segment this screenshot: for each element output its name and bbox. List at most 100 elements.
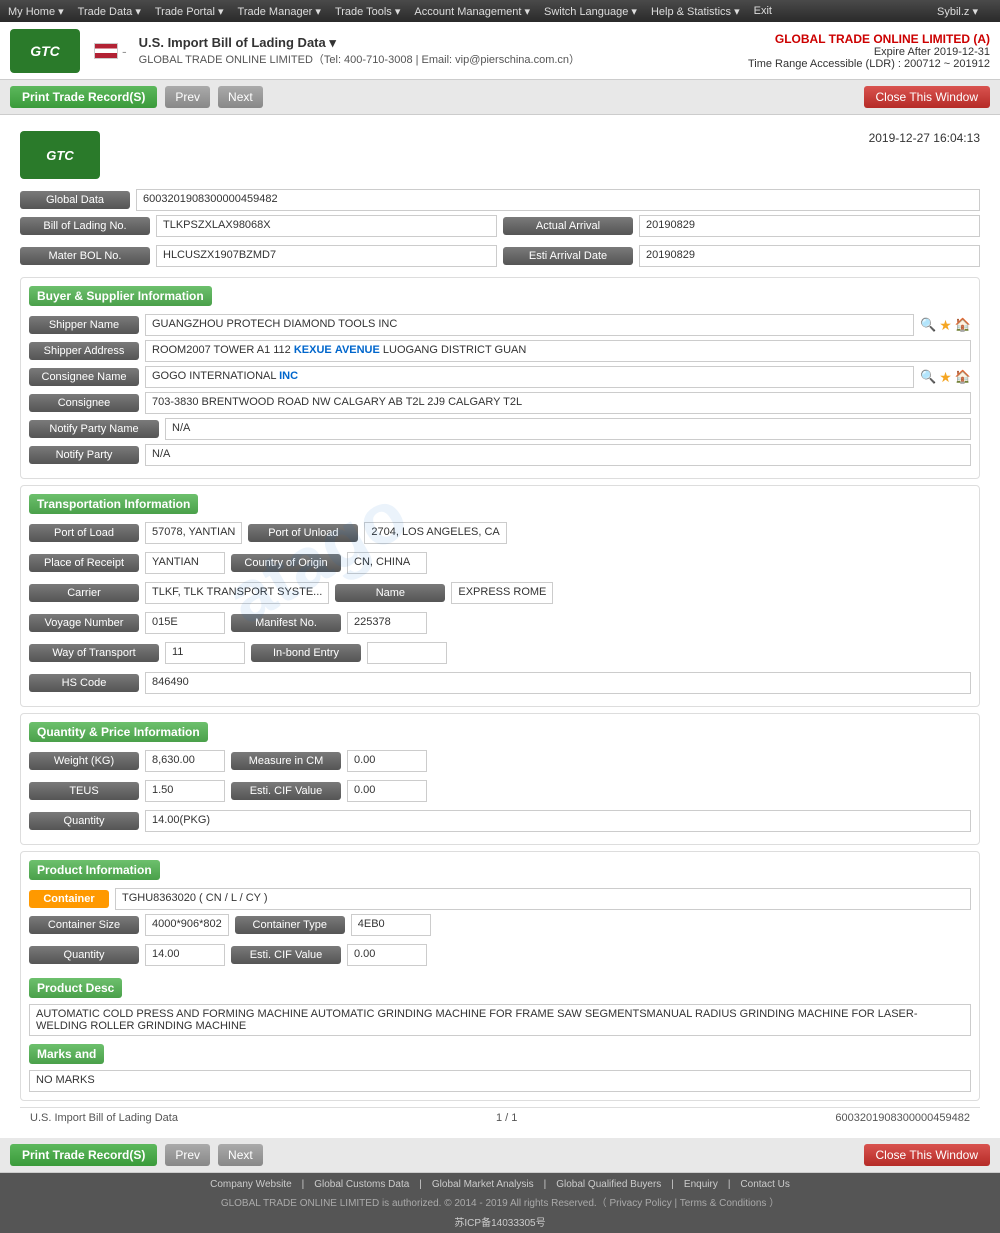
mater-bol-value: HLCUSZX1907BZMD7	[156, 245, 497, 267]
voyage-number-label: Voyage Number	[29, 614, 139, 632]
menu-trade-manager[interactable]: Trade Manager ▾	[238, 5, 321, 18]
header-right: GLOBAL TRADE ONLINE LIMITED (A) Expire A…	[748, 32, 990, 70]
prod-esti-cif-label: Esti. CIF Value	[231, 946, 341, 964]
voyage-number-value: 015E	[145, 612, 225, 634]
footer-separator-6: |	[674, 1198, 677, 1209]
footer-link-company[interactable]: Company Website	[210, 1179, 292, 1190]
footer-separator-1: |	[302, 1179, 305, 1190]
footer-link-customs[interactable]: Global Customs Data	[314, 1179, 409, 1190]
product-desc-section: Product Desc AUTOMATIC COLD PRESS AND FO…	[29, 974, 971, 1036]
container-type-field: Container Type 4EB0	[235, 914, 431, 936]
way-of-transport-field: Way of Transport 11	[29, 642, 245, 664]
measure-cm-value: 0.00	[347, 750, 427, 772]
menu-trade-data[interactable]: Trade Data ▾	[78, 5, 141, 18]
menu-trade-portal[interactable]: Trade Portal ▾	[155, 5, 224, 18]
shipper-home-icon[interactable]: 🏠	[955, 317, 971, 333]
consignee-name-label: Consignee Name	[29, 368, 139, 386]
footer-link-contact[interactable]: Contact Us	[740, 1179, 789, 1190]
global-data-value: 6003201908300000459482	[136, 189, 980, 211]
esti-cif-field: Esti. CIF Value 0.00	[231, 780, 427, 802]
menu-language[interactable]: Switch Language ▾	[544, 5, 637, 18]
esti-arrival-value: 20190829	[639, 245, 980, 267]
name-field: Name EXPRESS ROME	[335, 582, 553, 604]
menu-bar: My Home ▾ Trade Data ▾ Trade Portal ▾ Tr…	[0, 0, 1000, 22]
place-of-receipt-label: Place of Receipt	[29, 554, 139, 572]
next-bottom-button[interactable]: Next	[218, 1144, 263, 1166]
qp-quantity-field: Quantity 14.00(PKG)	[29, 810, 971, 832]
actual-arrival-label: Actual Arrival	[503, 217, 633, 235]
transport-row3: Carrier TLKF, TLK TRANSPORT SYSTE... Nam…	[29, 582, 971, 608]
global-data-field: Global Data 6003201908300000459482	[20, 189, 980, 211]
prod-esti-cif-field: Esti. CIF Value 0.00	[231, 944, 427, 966]
logo-area: GTC	[10, 29, 80, 73]
transport-row2: Place of Receipt YANTIAN Country of Orig…	[29, 552, 971, 578]
print-top-button[interactable]: Print Trade Record(S)	[10, 86, 157, 108]
footer-link-market[interactable]: Global Market Analysis	[432, 1179, 534, 1190]
consignee-search-icon[interactable]: 🔍	[920, 369, 936, 385]
notify-party-field: Notify Party N/A	[29, 444, 971, 466]
menu-help[interactable]: Help & Statistics ▾	[651, 5, 740, 18]
mater-bol-field: Mater BOL No. HLCUSZX1907BZMD7	[20, 245, 497, 267]
shipper-address-value: ROOM2007 TOWER A1 112 KEXUE AVENUE LUOGA…	[145, 340, 971, 362]
main-content: GTC 2019-12-27 16:04:13 Global Data 6003…	[0, 115, 1000, 1138]
port-of-load-field: Port of Load 57078, YANTIAN	[29, 522, 242, 544]
footer-links: Company Website | Global Customs Data | …	[0, 1177, 1000, 1192]
next-top-button[interactable]: Next	[218, 86, 263, 108]
footer-link-suppliers[interactable]: Global Qualified Buyers	[556, 1179, 661, 1190]
page-title: U.S. Import Bill of Lading Data ▾	[139, 35, 580, 51]
manifest-no-label: Manifest No.	[231, 614, 341, 632]
consignee-name-field: Consignee Name GOGO INTERNATIONAL INC 🔍 …	[29, 366, 971, 388]
actual-arrival-field: Actual Arrival 20190829	[503, 215, 980, 237]
product-info-section: Product Information Container TGHU836302…	[20, 851, 980, 1101]
marks-section: Marks and NO MARKS	[29, 1040, 971, 1092]
close-top-button[interactable]: Close This Window	[864, 86, 990, 108]
container-label: Container	[29, 890, 109, 908]
menu-account[interactable]: Account Management ▾	[414, 5, 530, 18]
shipper-name-icons: 🔍 ★ 🏠	[920, 317, 971, 334]
consignee-star-icon[interactable]: ★	[939, 369, 952, 386]
hs-code-label: HS Code	[29, 674, 139, 692]
notify-party-value: N/A	[145, 444, 971, 466]
mater-bol-label: Mater BOL No.	[20, 247, 150, 265]
menu-home[interactable]: My Home ▾	[8, 5, 64, 18]
doc-footer: U.S. Import Bill of Lading Data 1 / 1 60…	[20, 1107, 980, 1128]
shipper-name-label: Shipper Name	[29, 316, 139, 334]
flag-separator: -	[122, 43, 127, 59]
consignee-value: 703-3830 BRENTWOOD ROAD NW CALGARY AB T2…	[145, 392, 971, 414]
menu-trade-tools[interactable]: Trade Tools ▾	[335, 5, 400, 18]
place-of-receipt-value: YANTIAN	[145, 552, 225, 574]
place-of-receipt-field: Place of Receipt YANTIAN	[29, 552, 225, 574]
footer-link-enquiry[interactable]: Enquiry	[684, 1179, 718, 1190]
container-size-field: Container Size 4000*906*802	[29, 914, 229, 936]
user-name[interactable]: Sybil.z ▾	[937, 5, 978, 18]
global-data-label: Global Data	[20, 191, 130, 209]
print-bottom-button[interactable]: Print Trade Record(S)	[10, 1144, 157, 1166]
site-logo: GTC	[10, 29, 80, 73]
bol-actual-row: Bill of Lading No. TLKPSZXLAX98068X Actu…	[20, 215, 980, 241]
footer-privacy-link[interactable]: Privacy Policy	[609, 1198, 671, 1209]
weight-label: Weight (KG)	[29, 752, 139, 770]
esti-cif-value: 0.00	[347, 780, 427, 802]
container-type-value: 4EB0	[351, 914, 431, 936]
consignee-name-icons: 🔍 ★ 🏠	[920, 369, 971, 386]
transportation-section: atago Transportation Information Port of…	[20, 485, 980, 707]
consignee-label: Consignee	[29, 394, 139, 412]
container-field: Container TGHU8363020 ( CN / L / CY )	[29, 888, 971, 910]
close-bottom-button[interactable]: Close This Window	[864, 1144, 990, 1166]
name-value: EXPRESS ROME	[451, 582, 553, 604]
prev-top-button[interactable]: Prev	[165, 86, 210, 108]
teus-label: TEUS	[29, 782, 139, 800]
prev-bottom-button[interactable]: Prev	[165, 1144, 210, 1166]
way-of-transport-value: 11	[165, 642, 245, 664]
menu-exit[interactable]: Exit	[754, 5, 772, 17]
weight-value: 8,630.00	[145, 750, 225, 772]
qp-row1: Weight (KG) 8,630.00 Measure in CM 0.00	[29, 750, 971, 776]
shipper-star-icon[interactable]: ★	[939, 317, 952, 334]
prod-quantity-field: Quantity 14.00	[29, 944, 225, 966]
shipper-search-icon[interactable]: 🔍	[920, 317, 936, 333]
footer-terms-link[interactable]: Terms & Conditions	[680, 1198, 767, 1209]
port-of-load-label: Port of Load	[29, 524, 139, 542]
prod-esti-cif-value: 0.00	[347, 944, 427, 966]
qp-row2: TEUS 1.50 Esti. CIF Value 0.00	[29, 780, 971, 806]
consignee-home-icon[interactable]: 🏠	[955, 369, 971, 385]
